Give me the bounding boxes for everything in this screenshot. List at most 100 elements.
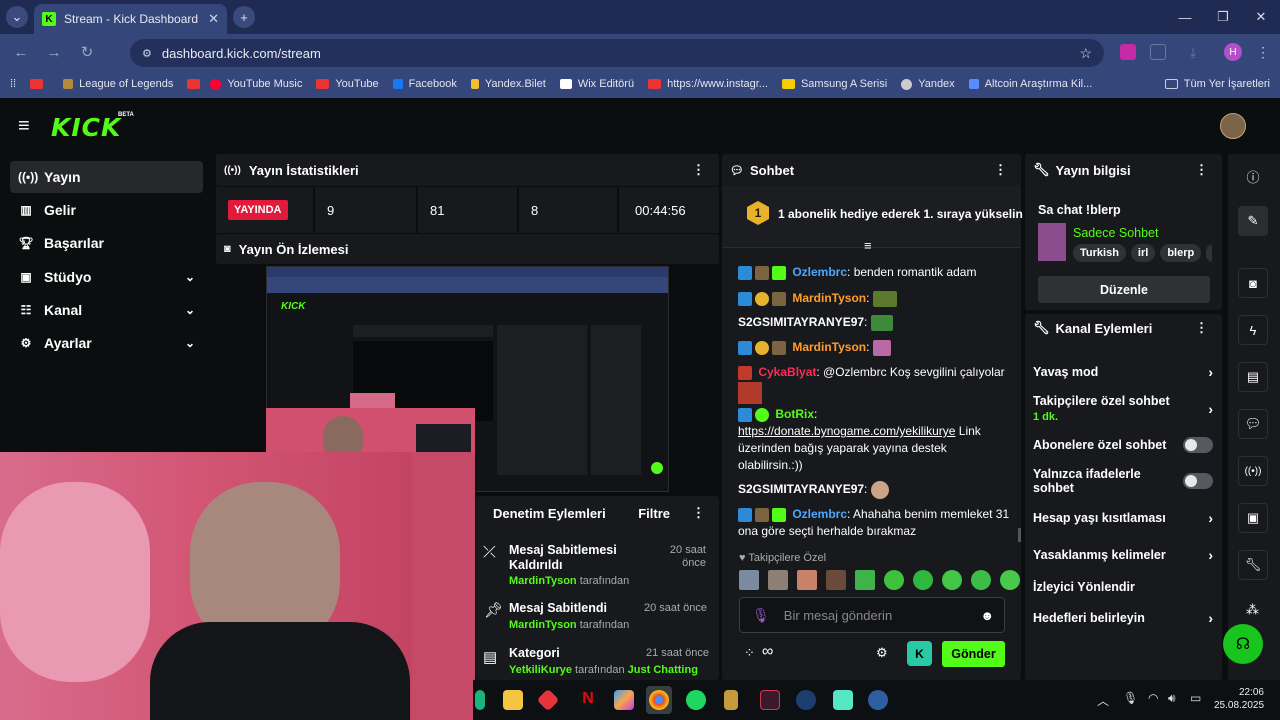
slow-mode-row[interactable]: Yavaş mod › (1033, 363, 1213, 381)
chat-popout-icon[interactable]: 💬︎ (1238, 409, 1268, 439)
maximize-icon[interactable]: ❐ (1204, 0, 1242, 34)
sidebar-item-studyo[interactable]: ▣ Stüdyo ⌄ (10, 261, 203, 293)
emote-icon[interactable] (942, 570, 962, 590)
extension-icon[interactable] (1120, 44, 1136, 60)
layout-icon[interactable]: ▣ (1238, 503, 1268, 533)
battery-icon[interactable]: ▭ (1190, 691, 1201, 705)
chat-message[interactable]: MardinTyson: (738, 339, 1013, 356)
browser-tab[interactable]: K Stream - Kick Dashboard ✕ (34, 4, 227, 34)
channel-actions-menu-icon[interactable]: ⋮ (1195, 320, 1208, 336)
broadcast-icon[interactable]: ((•)) (1238, 456, 1268, 486)
stats-menu-icon[interactable]: ⋮ (692, 162, 705, 178)
chat-filter-icon[interactable]: ≡ (864, 238, 872, 253)
all-bookmarks-folder[interactable]: Tüm Yer İşaretleri (1164, 78, 1270, 90)
bookmark-item[interactable]: https://www.instagr... (648, 78, 768, 90)
emote-chat-toggle[interactable] (1183, 473, 1213, 489)
kick-logo[interactable]: KICK (51, 113, 121, 142)
apps-grid-icon[interactable]: ⁞⁞ (10, 78, 16, 90)
emote-icon[interactable] (826, 570, 846, 590)
browser-menu-icon[interactable]: ⋮ (1256, 44, 1270, 61)
tag-chip[interactable]: blerp (1160, 244, 1202, 262)
emote-icon[interactable] (913, 570, 933, 590)
age-restrict-row[interactable]: Hesap yaşı kısıtlaması › (1033, 509, 1213, 527)
emote-icon[interactable] (1000, 570, 1020, 590)
tag-chip[interactable] (1206, 244, 1212, 262)
microphone-icon[interactable]: 🎙︎ (752, 607, 770, 624)
chat-message[interactable]: CykaBlyat: @Ozlembrc Koş sevgilini çalıy… (738, 364, 1013, 404)
chat-message[interactable]: Ozlembrc: Ahahaha benim memleket 31 ona … (738, 506, 1013, 540)
bookmark-star-icon[interactable]: ☆ (1079, 45, 1092, 62)
edit-pencil-icon[interactable]: ✎ (1238, 206, 1268, 236)
info-icon[interactable]: ⓘ (1238, 161, 1268, 191)
emote-icon[interactable] (855, 570, 875, 590)
stream-info-menu-icon[interactable]: ⋮ (1195, 162, 1208, 178)
bookmark-item[interactable]: Wix Editörü (559, 78, 634, 90)
close-window-icon[interactable]: ✕ (1242, 0, 1280, 34)
wifi-icon[interactable]: ◠ (1148, 691, 1158, 705)
hamburger-menu-icon[interactable]: ≡ (18, 116, 30, 136)
url-bar[interactable]: ⚙ dashboard.kick.com/stream ☆ (130, 39, 1104, 67)
chat-message[interactable]: Ozlembrc: benden romantik adam (738, 264, 1013, 281)
kick-emote-button[interactable]: K (907, 641, 932, 666)
wrench-icon[interactable]: 🔧︎ (1238, 550, 1268, 580)
app-icon[interactable] (833, 690, 853, 710)
subs-chat-toggle[interactable] (1183, 437, 1213, 453)
volume-icon[interactable]: 🔊︎ (1168, 691, 1176, 706)
channel-points-icon[interactable]: ⁘ (744, 645, 755, 661)
emote-icon[interactable] (971, 570, 991, 590)
chat-menu-icon[interactable]: ⋮ (994, 162, 1007, 178)
clock[interactable]: 22:06 25.08.2025 (1214, 686, 1264, 712)
close-tab-icon[interactable]: ✕ (208, 11, 219, 27)
spotify-icon[interactable] (686, 690, 706, 710)
microphone-icon[interactable]: 🎙︎ (1123, 691, 1138, 705)
copilot-icon[interactable] (614, 690, 634, 710)
lightning-icon[interactable]: ϟ (1238, 315, 1268, 345)
bookmark-item[interactable]: Yandex.Bilet (470, 78, 546, 90)
category-name[interactable]: Sadece Sohbet (1073, 226, 1159, 240)
bookmark-item[interactable]: YouTube (316, 78, 379, 90)
edit-button[interactable]: Düzenle (1038, 276, 1210, 303)
tag-chip[interactable]: Turkish (1073, 244, 1126, 262)
emote-icon[interactable] (768, 570, 788, 590)
chrome-icon[interactable] (649, 690, 669, 710)
extensions-puzzle-icon[interactable] (1150, 44, 1166, 60)
bookmark-youtube-icon[interactable] (30, 79, 49, 89)
followers-chat-row[interactable]: Takipçilere özel sohbet 1 dk. › (1033, 394, 1213, 424)
viewer-redirect-row[interactable]: İzleyici Yönlendir (1033, 578, 1213, 596)
subs-chat-row[interactable]: Abonelere özel sohbet (1033, 436, 1213, 454)
sidebar-item-gelir[interactable]: ▥ Gelir (10, 194, 203, 226)
steam-icon[interactable] (868, 690, 888, 710)
user-avatar[interactable] (1220, 113, 1246, 139)
moderation-menu-icon[interactable]: ⋮ (692, 505, 705, 521)
chat-scrollbar[interactable] (1018, 528, 1021, 542)
emote-icon[interactable] (797, 570, 817, 590)
bookmark-item[interactable] (187, 79, 206, 89)
app-icon[interactable] (475, 690, 485, 710)
bookmark-item[interactable]: Altcoin Araştırma Kil... (968, 78, 1092, 90)
emote-icon[interactable] (739, 570, 759, 590)
emoji-icon[interactable]: ☻ (980, 608, 994, 623)
tag-chip[interactable]: irl (1130, 244, 1156, 262)
reload-icon[interactable]: ↻ (75, 40, 99, 64)
file-explorer-icon[interactable] (503, 690, 523, 710)
netflix-icon[interactable]: N (578, 690, 598, 710)
chat-input[interactable]: 🎙︎ Bir mesaj gönderin ☻ (739, 597, 1005, 633)
forward-icon[interactable]: → (42, 40, 66, 64)
sidebar-item-ayarlar[interactable]: ⚙ Ayarlar ⌄ (10, 327, 203, 359)
bookmark-item[interactable]: Yandex (901, 78, 955, 90)
chat-message[interactable]: MardinTyson: (738, 290, 1013, 307)
bookmark-item[interactable]: Facebook (392, 78, 457, 90)
back-icon[interactable]: ← (9, 40, 33, 64)
sidebar-item-kanal[interactable]: ☷ Kanal ⌄ (10, 294, 203, 326)
steam-icon[interactable] (796, 690, 816, 710)
chat-message[interactable]: S2GSIMITAYRANYE97: (738, 314, 1013, 331)
chat-message[interactable]: BotRix: https://donate.bynogame.com/yeki… (738, 406, 1013, 474)
bookmark-item[interactable]: YouTube Music (210, 78, 302, 90)
site-info-icon[interactable]: ⚙ (142, 47, 152, 60)
download-icon[interactable]: ⤓ (1190, 44, 1196, 61)
bookmark-item[interactable]: League of Legends (63, 78, 173, 90)
banned-words-row[interactable]: Yasaklanmış kelimeler › (1033, 546, 1213, 564)
chat-settings-icon[interactable]: ⚙ (876, 645, 888, 661)
sidebar-item-basarilar[interactable]: 🏆︎ Başarılar (10, 227, 203, 259)
new-tab-button[interactable]: + (233, 6, 255, 28)
